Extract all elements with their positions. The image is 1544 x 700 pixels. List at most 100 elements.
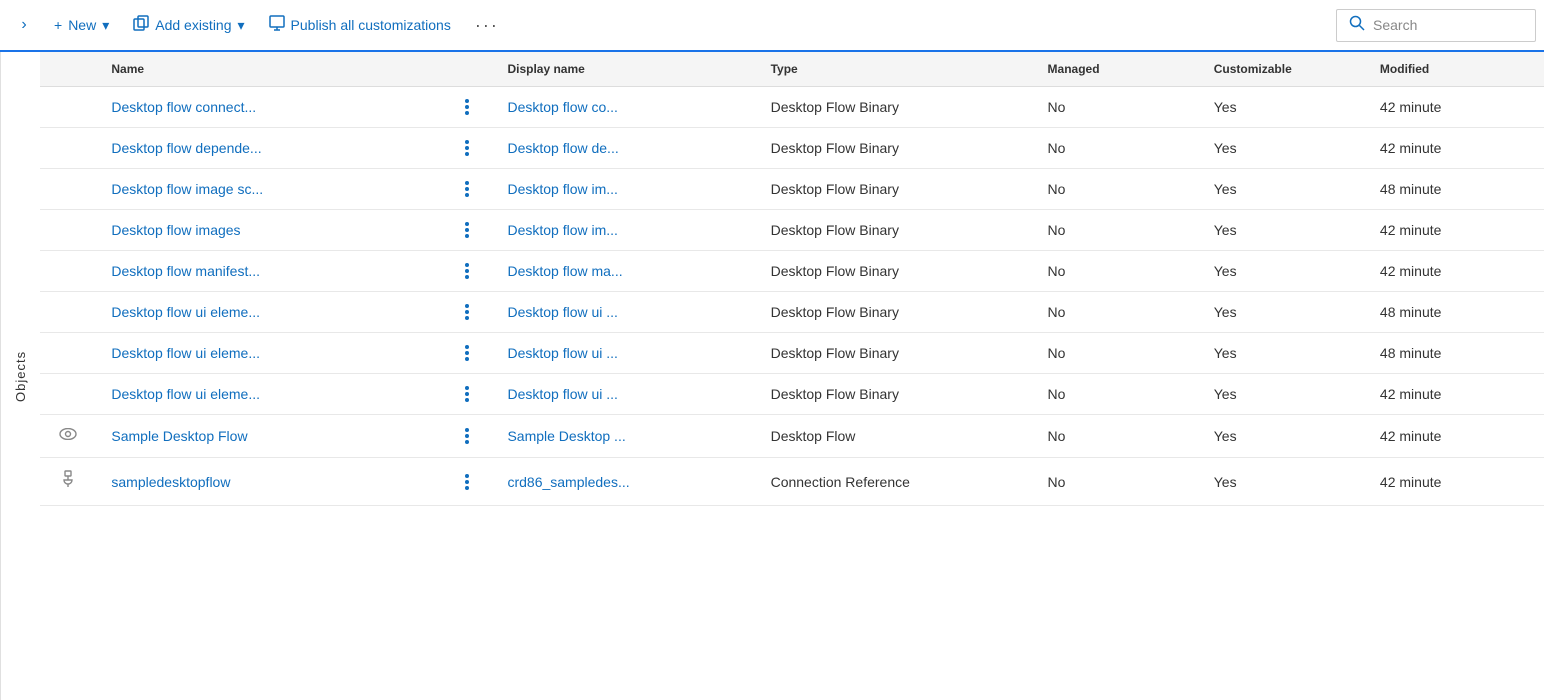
context-menu-button[interactable] [446, 263, 488, 279]
row-name[interactable]: Sample Desktop Flow [95, 415, 441, 458]
table-row[interactable]: Sample Desktop FlowSample Desktop ...Des… [40, 415, 1544, 458]
row-display-name: Desktop flow co... [491, 87, 754, 128]
context-menu-button[interactable] [446, 99, 488, 115]
row-modified: 42 minute [1364, 251, 1544, 292]
row-type: Desktop Flow Binary [755, 169, 1032, 210]
row-icon-cell [40, 415, 95, 458]
add-existing-button[interactable]: Add existing ▾ [123, 9, 254, 41]
context-menu-button[interactable] [446, 345, 488, 361]
row-modified: 48 minute [1364, 169, 1544, 210]
row-customizable: Yes [1198, 251, 1364, 292]
row-name[interactable]: Desktop flow ui eleme... [95, 374, 441, 415]
row-name[interactable]: Desktop flow manifest... [95, 251, 441, 292]
table-row[interactable]: Desktop flow ui eleme...Desktop flow ui … [40, 292, 1544, 333]
row-name[interactable]: sampledesktopflow [95, 458, 441, 506]
row-context-menu[interactable] [442, 210, 492, 251]
row-display-name: Desktop flow ui ... [491, 333, 754, 374]
row-customizable: Yes [1198, 458, 1364, 506]
context-menu-button[interactable] [446, 304, 488, 320]
table-row[interactable]: Desktop flow ui eleme...Desktop flow ui … [40, 374, 1544, 415]
table-row[interactable]: Desktop flow imagesDesktop flow im...Des… [40, 210, 1544, 251]
col-menu-header [442, 52, 492, 87]
row-type: Desktop Flow Binary [755, 251, 1032, 292]
col-type-header: Type [755, 52, 1032, 87]
new-button[interactable]: + New ▾ [44, 11, 119, 40]
table-body: Desktop flow connect... Desktop flow co..… [40, 87, 1544, 506]
row-icon-cell [40, 169, 95, 210]
row-context-menu[interactable] [442, 128, 492, 169]
row-context-menu[interactable] [442, 415, 492, 458]
row-type: Desktop Flow Binary [755, 128, 1032, 169]
table-row[interactable]: Desktop flow connect... Desktop flow co..… [40, 87, 1544, 128]
row-context-menu[interactable] [442, 169, 492, 210]
context-menu-button[interactable] [446, 222, 488, 238]
row-context-menu[interactable] [442, 292, 492, 333]
expand-icon: › [21, 16, 26, 34]
row-customizable: Yes [1198, 87, 1364, 128]
row-managed: No [1032, 292, 1198, 333]
eye-icon [59, 427, 77, 444]
table-row[interactable]: Desktop flow manifest...Desktop flow ma.… [40, 251, 1544, 292]
toolbar-left: › + New ▾ Add existing ▾ Publish all cus… [8, 9, 1332, 42]
context-menu-button[interactable] [446, 428, 488, 444]
row-context-menu[interactable] [442, 251, 492, 292]
row-customizable: Yes [1198, 128, 1364, 169]
row-display-name: crd86_sampledes... [491, 458, 754, 506]
row-context-menu[interactable] [442, 458, 492, 506]
col-icon-header [40, 52, 95, 87]
row-name[interactable]: Desktop flow connect... [95, 87, 441, 128]
row-context-menu[interactable] [442, 374, 492, 415]
row-managed: No [1032, 458, 1198, 506]
row-icon-cell [40, 333, 95, 374]
row-type: Desktop Flow Binary [755, 333, 1032, 374]
row-context-menu[interactable] [442, 333, 492, 374]
row-icon-cell [40, 292, 95, 333]
row-modified: 48 minute [1364, 292, 1544, 333]
row-modified: 42 minute [1364, 374, 1544, 415]
row-type: Desktop Flow Binary [755, 374, 1032, 415]
row-name[interactable]: Desktop flow ui eleme... [95, 292, 441, 333]
col-display-header: Display name [491, 52, 754, 87]
context-menu-button[interactable] [446, 181, 488, 197]
row-modified: 42 minute [1364, 210, 1544, 251]
add-existing-dropdown-icon: ▾ [238, 17, 245, 34]
table-row[interactable]: sampledesktopflowcrd86_sampledes...Conne… [40, 458, 1544, 506]
row-modified: 42 minute [1364, 415, 1544, 458]
col-managed-header: Managed [1032, 52, 1198, 87]
context-menu-button[interactable] [446, 140, 488, 156]
row-display-name: Desktop flow im... [491, 210, 754, 251]
row-modified: 42 minute [1364, 87, 1544, 128]
row-modified: 42 minute [1364, 458, 1544, 506]
row-context-menu[interactable] [442, 87, 492, 128]
context-menu-button[interactable] [446, 474, 488, 490]
row-name[interactable]: Desktop flow depende... [95, 128, 441, 169]
row-display-name: Sample Desktop ... [491, 415, 754, 458]
search-box[interactable]: Search [1336, 9, 1536, 42]
row-type: Desktop Flow Binary [755, 87, 1032, 128]
more-options-button[interactable]: ··· [465, 9, 509, 42]
row-managed: No [1032, 128, 1198, 169]
row-name[interactable]: Desktop flow images [95, 210, 441, 251]
table-row[interactable]: Desktop flow ui eleme... Desktop flow ui … [40, 333, 1544, 374]
context-menu-button[interactable] [446, 386, 488, 402]
search-placeholder: Search [1373, 17, 1417, 33]
table-row[interactable]: Desktop flow depende...Desktop flow de..… [40, 128, 1544, 169]
row-managed: No [1032, 374, 1198, 415]
sidebar[interactable]: Objects [0, 52, 40, 700]
row-icon-cell [40, 458, 95, 506]
row-managed: No [1032, 169, 1198, 210]
row-modified: 42 minute [1364, 128, 1544, 169]
new-dropdown-icon: ▾ [102, 17, 109, 34]
table-row[interactable]: Desktop flow image sc... Desktop flow im.… [40, 169, 1544, 210]
row-customizable: Yes [1198, 333, 1364, 374]
row-display-name: Desktop flow im... [491, 169, 754, 210]
plug-icon [61, 475, 75, 492]
new-plus-icon: + [54, 17, 62, 33]
row-managed: No [1032, 210, 1198, 251]
sidebar-toggle[interactable]: › [8, 9, 40, 41]
publish-button[interactable]: Publish all customizations [259, 9, 461, 41]
row-name[interactable]: Desktop flow image sc... [95, 169, 441, 210]
row-name[interactable]: Desktop flow ui eleme... [95, 333, 441, 374]
row-icon-cell [40, 87, 95, 128]
search-icon [1349, 15, 1365, 36]
